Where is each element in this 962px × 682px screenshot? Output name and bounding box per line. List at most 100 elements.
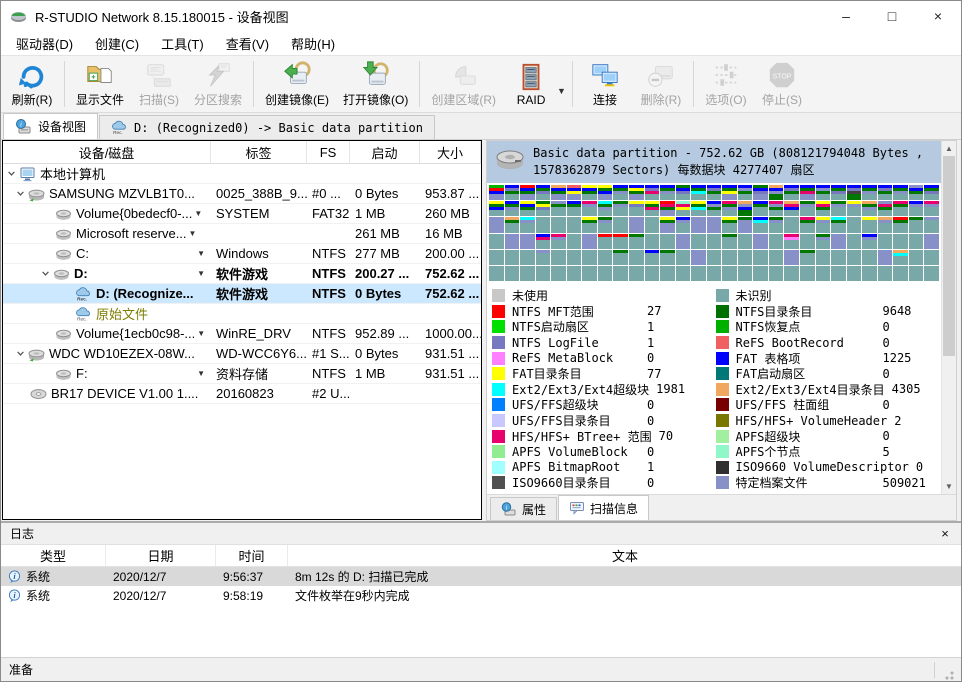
map-block[interactable] <box>816 266 831 281</box>
row-dropdown-icon[interactable]: ▼ <box>197 249 209 258</box>
map-block[interactable] <box>878 234 893 249</box>
map-block[interactable] <box>676 217 691 232</box>
map-block[interactable] <box>660 217 675 232</box>
map-block[interactable] <box>862 185 877 200</box>
map-block[interactable] <box>536 185 551 200</box>
resize-grip-icon[interactable] <box>941 667 955 681</box>
map-block[interactable] <box>629 217 644 232</box>
map-block[interactable] <box>800 185 815 200</box>
map-block[interactable] <box>551 217 566 232</box>
map-block[interactable] <box>816 234 831 249</box>
map-block[interactable] <box>784 201 799 216</box>
log-row[interactable]: i系统2020/12/79:58:19文件枚举在9秒内完成 <box>1 586 962 605</box>
map-block[interactable] <box>816 217 831 232</box>
map-block[interactable] <box>784 217 799 232</box>
device-tree-row[interactable]: C:▼WindowsNTFS277 MB200.00 ... <box>3 244 481 264</box>
map-block[interactable] <box>613 234 628 249</box>
map-block[interactable] <box>505 201 520 216</box>
map-block[interactable] <box>520 217 535 232</box>
map-block[interactable] <box>582 250 597 265</box>
map-block[interactable] <box>909 185 924 200</box>
map-block[interactable] <box>816 185 831 200</box>
map-block[interactable] <box>629 266 644 281</box>
map-block[interactable] <box>598 185 613 200</box>
column-header-4[interactable]: 启动 <box>350 141 420 163</box>
map-block[interactable] <box>738 217 753 232</box>
map-block[interactable] <box>567 266 582 281</box>
scroll-up-icon[interactable]: ▲ <box>945 141 953 156</box>
map-block[interactable] <box>629 234 644 249</box>
toolbar-button-refresh[interactable]: 刷新(R) <box>4 57 60 111</box>
device-tree-row[interactable]: Rec.原始文件 <box>3 304 481 324</box>
map-block[interactable] <box>691 234 706 249</box>
map-block[interactable] <box>800 201 815 216</box>
map-block[interactable] <box>831 185 846 200</box>
map-block[interactable] <box>831 234 846 249</box>
map-block[interactable] <box>676 201 691 216</box>
map-block[interactable] <box>520 201 535 216</box>
map-block[interactable] <box>893 250 908 265</box>
map-block[interactable] <box>738 201 753 216</box>
map-block[interactable] <box>660 201 675 216</box>
log-close-button[interactable]: × <box>936 526 954 541</box>
map-block[interactable] <box>924 234 939 249</box>
toolbar-button-show-files[interactable]: 显示文件 <box>69 57 131 111</box>
device-tree-row[interactable]: D:▼软件游戏NTFS200.27 ...752.62 ... <box>3 264 481 284</box>
row-dropdown-icon[interactable]: ▼ <box>197 329 205 338</box>
map-block[interactable] <box>645 250 660 265</box>
map-block[interactable] <box>924 217 939 232</box>
map-block[interactable] <box>505 185 520 200</box>
map-block[interactable] <box>847 201 862 216</box>
map-block[interactable] <box>722 250 737 265</box>
row-dropdown-icon[interactable]: ▼ <box>197 269 209 278</box>
map-block[interactable] <box>753 185 768 200</box>
view-tab-2[interactable]: Rec.D: (Recognized0) -> Basic data parti… <box>99 115 435 139</box>
map-block[interactable] <box>847 217 862 232</box>
map-block[interactable] <box>722 234 737 249</box>
map-block[interactable] <box>691 201 706 216</box>
column-header-1[interactable]: 设备/磁盘 <box>3 141 211 163</box>
map-block[interactable] <box>536 217 551 232</box>
expander-chevron-down-icon[interactable] <box>12 189 28 198</box>
map-block[interactable] <box>878 217 893 232</box>
map-block[interactable] <box>909 201 924 216</box>
device-tree-row[interactable]: SAMSUNG MZVLB1T0...0025_388B_9...#0 ...0… <box>3 184 481 204</box>
map-block[interactable] <box>567 201 582 216</box>
map-block[interactable] <box>551 201 566 216</box>
map-block[interactable] <box>800 217 815 232</box>
map-block[interactable] <box>613 185 628 200</box>
map-block[interactable] <box>924 185 939 200</box>
map-block[interactable] <box>489 250 504 265</box>
map-block[interactable] <box>893 201 908 216</box>
map-block[interactable] <box>489 185 504 200</box>
map-block[interactable] <box>893 234 908 249</box>
map-block[interactable] <box>567 250 582 265</box>
menu-item-3[interactable]: 工具(T) <box>150 31 215 56</box>
map-block[interactable] <box>520 266 535 281</box>
map-block[interactable] <box>613 266 628 281</box>
map-block[interactable] <box>878 201 893 216</box>
expander-chevron-down-icon[interactable] <box>37 269 53 278</box>
map-block[interactable] <box>847 234 862 249</box>
view-tab-1[interactable]: i设备视图 <box>3 113 98 139</box>
map-block[interactable] <box>536 250 551 265</box>
map-block[interactable] <box>909 266 924 281</box>
map-block[interactable] <box>909 250 924 265</box>
map-block[interactable] <box>722 217 737 232</box>
scrollbar-vertical[interactable]: ▲ ▼ <box>941 141 956 494</box>
map-block[interactable] <box>645 217 660 232</box>
map-block[interactable] <box>878 250 893 265</box>
map-block[interactable] <box>676 266 691 281</box>
map-block[interactable] <box>738 185 753 200</box>
map-block[interactable] <box>505 250 520 265</box>
map-block[interactable] <box>769 201 784 216</box>
map-block[interactable] <box>598 250 613 265</box>
map-block[interactable] <box>893 217 908 232</box>
map-block[interactable] <box>707 185 722 200</box>
toolbar-button-open-image[interactable]: 打开镜像(O) <box>336 57 415 111</box>
map-block[interactable] <box>707 266 722 281</box>
map-block[interactable] <box>691 217 706 232</box>
device-tree-row[interactable]: Volume{1ecb0c98-...▼WinRE_DRVNTFS952.89 … <box>3 324 481 344</box>
map-block[interactable] <box>505 217 520 232</box>
map-block[interactable] <box>536 201 551 216</box>
